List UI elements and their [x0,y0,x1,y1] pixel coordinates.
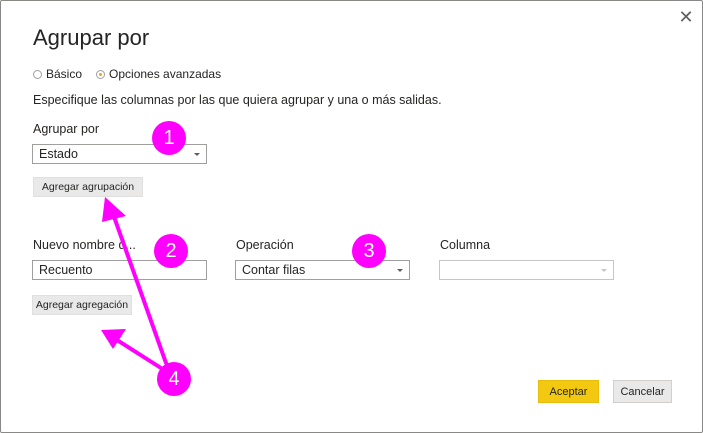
radio-advanced[interactable]: Opciones avanzadas [96,67,221,81]
radio-advanced-label: Opciones avanzadas [109,67,222,81]
annotation-badge-2: 2 [154,234,188,268]
chevron-down-icon [601,269,607,272]
add-aggregation-button[interactable]: Agregar agregación [32,295,132,315]
annotation-arrows [101,197,168,370]
operation-select-value: Contar filas [242,263,306,277]
arrow-head-add-aggregation [101,329,126,349]
arrow-head-add-grouping [102,197,126,222]
radio-basic-indicator[interactable] [33,69,42,79]
group-by-label: Agrupar por [33,122,100,136]
mode-radio-group: Básico Opciones avanzadas [33,67,221,81]
annotation-badge-4: 4 [157,362,191,396]
arrow-to-add-aggregation [115,338,163,370]
radio-basic-label: Básico [46,67,83,81]
new-column-name-label: Nuevo nombre d... [33,238,136,252]
annotation-badge-1: 1 [152,121,186,155]
add-grouping-button[interactable]: Agregar agrupación [33,177,143,197]
close-icon[interactable]: ✕ [675,7,697,27]
annotation-badge-3: 3 [352,234,386,268]
column-label: Columna [440,238,491,252]
radio-advanced-indicator[interactable] [96,69,106,79]
operation-select[interactable]: Contar filas [235,260,410,280]
instructions-text: Especifique las columnas por las que qui… [33,93,442,107]
operation-label: Operación [236,238,294,252]
dialog-title: Agrupar por [33,25,150,50]
arrow-to-add-grouping [110,209,168,365]
radio-basic[interactable]: Básico [33,67,82,81]
chevron-down-icon [397,269,403,272]
cancel-button[interactable]: Cancelar [613,380,672,403]
group-by-select-value: Estado [39,147,78,161]
accept-button[interactable]: Aceptar [538,380,599,403]
group-by-dialog: ✕ Agrupar por Básico Opciones avanzadas … [0,0,703,433]
column-select[interactable] [439,260,614,280]
chevron-down-icon [194,153,200,156]
